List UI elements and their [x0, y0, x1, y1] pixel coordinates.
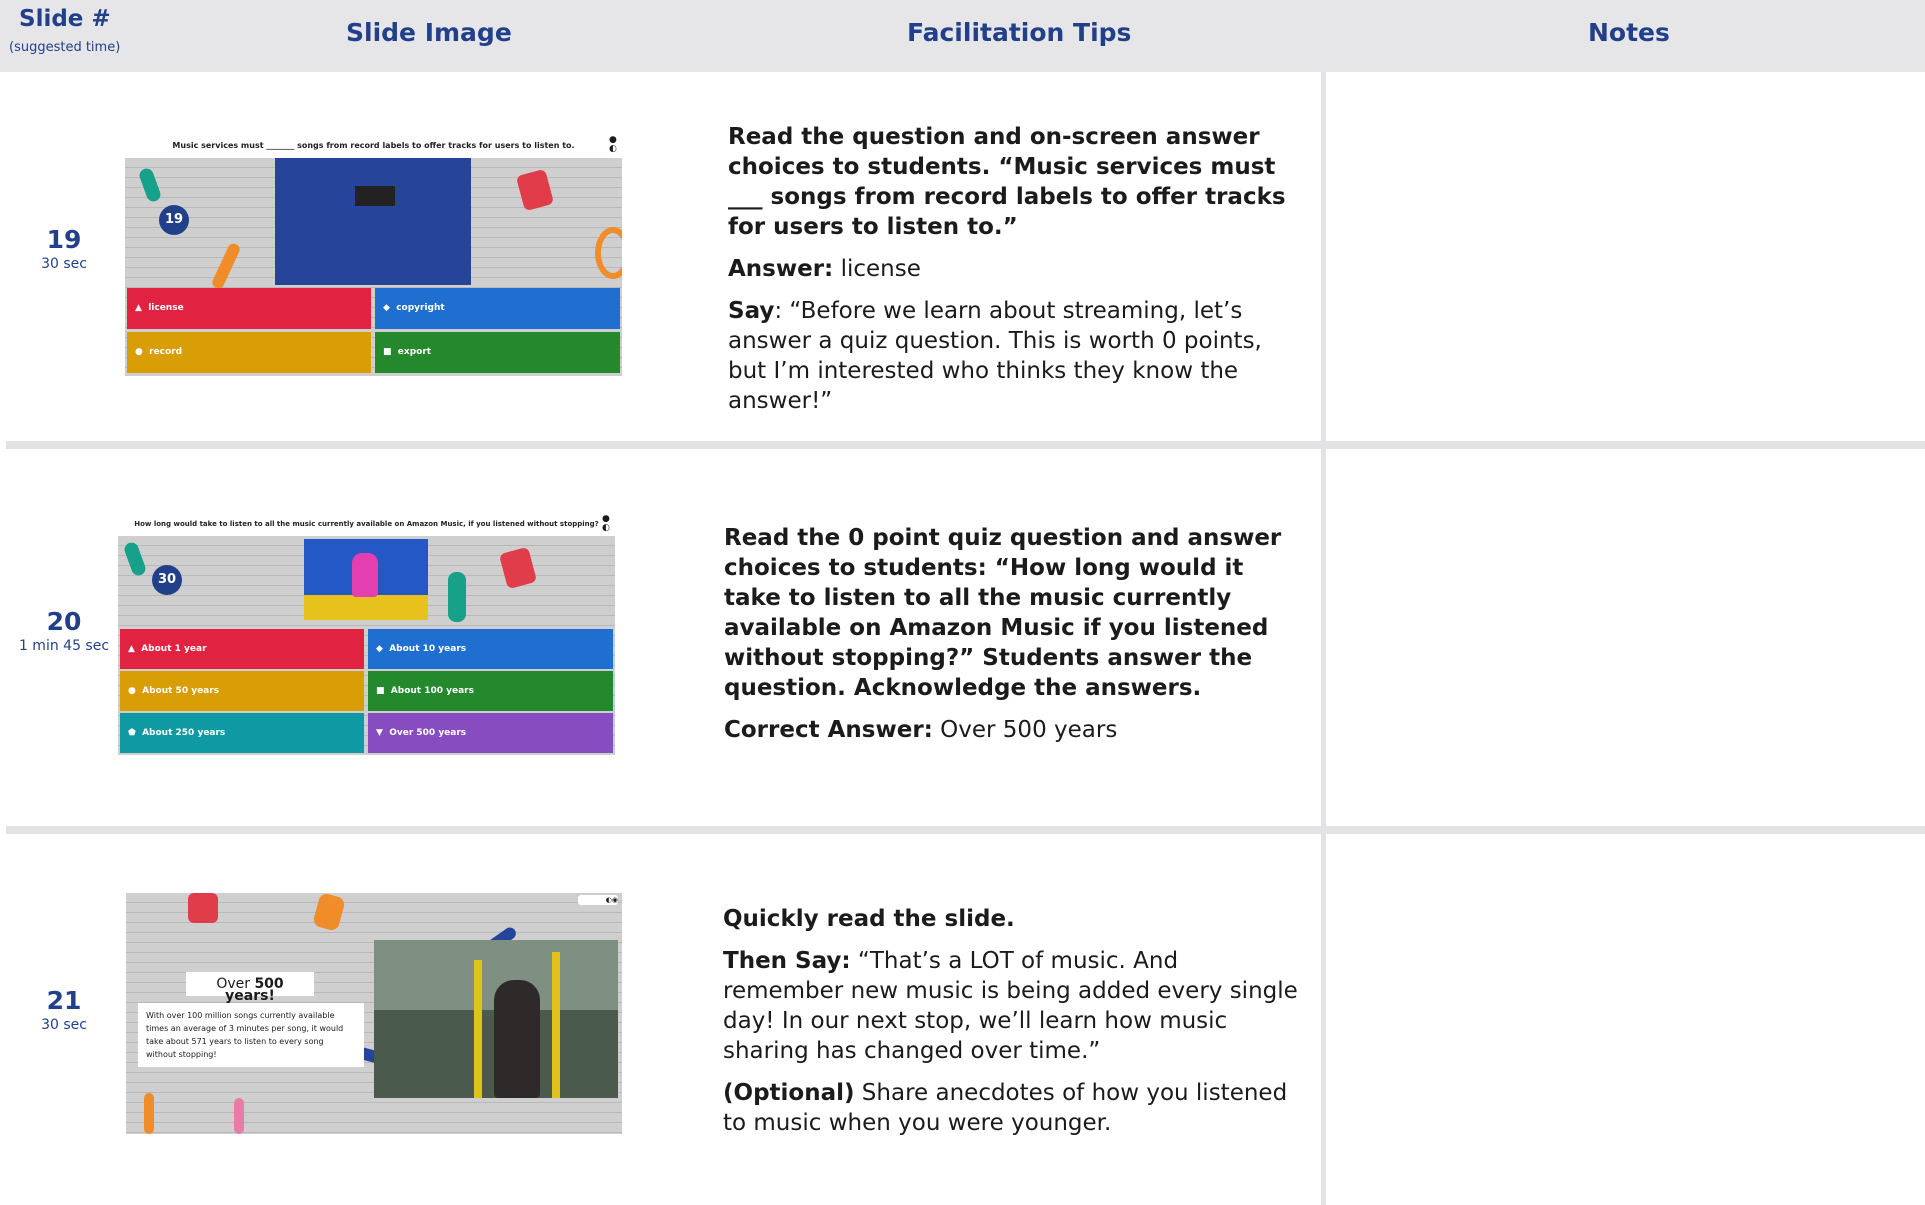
- tip-answer: Answer: license: [728, 256, 921, 282]
- settings-icon: ● ◐: [609, 135, 617, 154]
- music-note-shape: [234, 1098, 244, 1134]
- facilitation-tips: Read the 0 point quiz question and answe…: [724, 523, 1284, 757]
- slide-number: 21: [46, 986, 82, 1015]
- answer-option: ■ export: [375, 332, 620, 373]
- slide-time: 30 sec: [41, 1017, 87, 1033]
- slide-thumbnail: How long would take to listen to all the…: [118, 512, 615, 755]
- slide-time: 30 sec: [41, 256, 87, 272]
- slide-thumbnail: Music services must _______ songs from r…: [125, 132, 622, 376]
- column-divider: [1321, 72, 1326, 1205]
- slide-photo: [374, 940, 618, 1098]
- slide-thumbnail: Over 500 years! With over 100 million so…: [126, 893, 622, 1134]
- header-facilitation-tips: Facilitation Tips: [907, 18, 1132, 47]
- slide-photo: [304, 539, 428, 620]
- slide-number-cell: 19 30 sec: [9, 225, 119, 272]
- answer-option: ◆ About 10 years: [368, 629, 613, 669]
- answer-option: ⬟ About 250 years: [120, 713, 364, 753]
- header-slide-number: Slide #: [19, 6, 111, 32]
- header-slide-image: Slide Image: [346, 18, 512, 47]
- answer-option: ◆ copyright: [375, 288, 620, 329]
- controls-icon: ◐◉: [578, 895, 618, 905]
- answer-option: ● About 50 years: [120, 671, 364, 711]
- facilitation-tips: Read the question and on-screen answer c…: [728, 122, 1303, 428]
- tip-instruction: Read the question and on-screen answer c…: [728, 124, 1286, 240]
- tip-optional: (Optional) Share anecdotes of how you li…: [723, 1080, 1288, 1136]
- answer-option: ▲ license: [127, 288, 371, 329]
- header-suggested-time: (suggested time): [9, 40, 121, 55]
- slide-number-cell: 20 1 min 45 sec: [9, 607, 119, 654]
- row-divider: [6, 441, 1925, 449]
- tip-instruction: Read the 0 point quiz question and answe…: [724, 525, 1282, 701]
- answer-option: ▼ Over 500 years: [368, 713, 613, 753]
- slide-question: Music services must _______ songs from r…: [172, 141, 575, 150]
- tip-say: Then Say: “That’s a LOT of music. And re…: [723, 948, 1298, 1064]
- slide-heading: Over 500 years!: [186, 972, 314, 1003]
- slide-body-text: With over 100 million songs currently av…: [138, 1003, 364, 1067]
- music-note-shape: [448, 572, 466, 622]
- settings-icon: ● ◐: [602, 514, 610, 533]
- tip-say: Say: “Before we learn about streaming, l…: [728, 298, 1262, 414]
- table-header: Slide # (suggested time) Slide Image Fac…: [0, 0, 1925, 72]
- slide-number: 20: [46, 607, 82, 636]
- slide-video-panel: [275, 158, 471, 285]
- slide-number: 19: [46, 225, 82, 254]
- tip-answer: Correct Answer: Over 500 years: [724, 717, 1118, 743]
- answer-option: ● record: [127, 332, 371, 373]
- slide-time: 1 min 45 sec: [18, 638, 110, 654]
- timer-badge: 19: [159, 205, 189, 235]
- row-divider: [6, 826, 1925, 834]
- slide-number-cell: 21 30 sec: [9, 986, 119, 1033]
- music-note-shape: [144, 1093, 154, 1134]
- answer-option: ▲ About 1 year: [120, 629, 364, 669]
- header-notes: Notes: [1588, 18, 1670, 47]
- slide-question: How long would take to listen to all the…: [134, 520, 599, 528]
- tip-instruction: Quickly read the slide.: [723, 906, 1015, 932]
- music-note-shape: [188, 893, 218, 923]
- answer-option: ■ About 100 years: [368, 671, 613, 711]
- timer-badge: 30: [152, 565, 182, 595]
- facilitation-tips: Quickly read the slide. Then Say: “That’…: [723, 904, 1298, 1150]
